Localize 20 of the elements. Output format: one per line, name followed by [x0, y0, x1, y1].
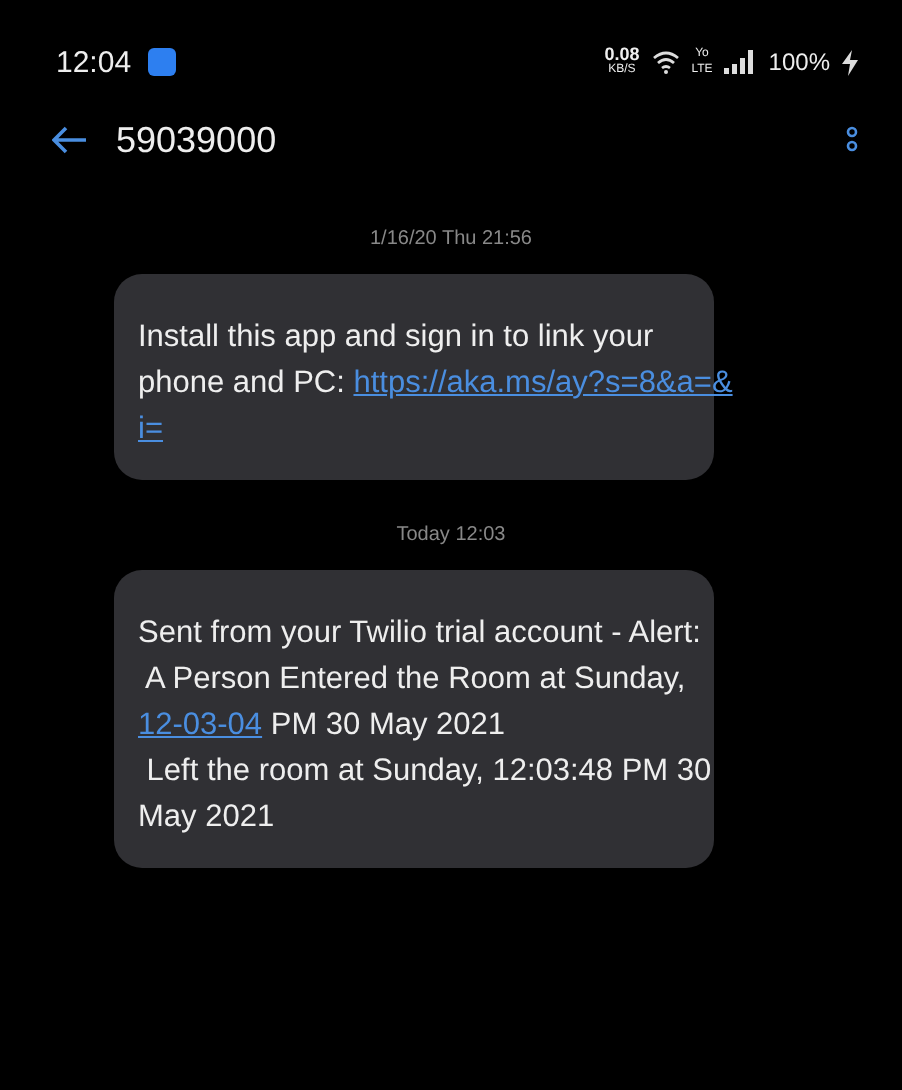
message-text: Sent from your Twilio trial account - Alert:	[138, 616, 701, 650]
message-text: Install this app and sign in to link your	[138, 320, 654, 354]
message-text: A Person Entered the Room at Sunday,	[142, 662, 686, 696]
message-text: PM 30 May 2021	[268, 708, 506, 742]
message-text: phone and PC:	[138, 366, 347, 400]
message-text: May 2021	[138, 800, 275, 834]
message-timestamp: Today 12:03	[396, 524, 506, 546]
clock: 12:04	[56, 45, 132, 79]
more-icon[interactable]	[846, 126, 858, 154]
message-link[interactable]: 12-03-04	[138, 708, 263, 742]
contact-title: 59039000	[116, 119, 277, 161]
message-link[interactable]: i=	[138, 412, 163, 446]
message-text: Left the room at Sunday, 12:03:48 PM 30	[144, 754, 712, 788]
battery-level: 100%	[768, 48, 830, 76]
message-link[interactable]: https://aka.ms/ay?s=8&a=&	[353, 366, 733, 400]
charging-icon	[842, 49, 858, 75]
wifi-icon	[651, 50, 680, 74]
signal-icon	[724, 50, 757, 74]
message-timestamp: 1/16/20 Thu 21:56	[370, 228, 532, 250]
back-icon[interactable]	[52, 126, 88, 154]
